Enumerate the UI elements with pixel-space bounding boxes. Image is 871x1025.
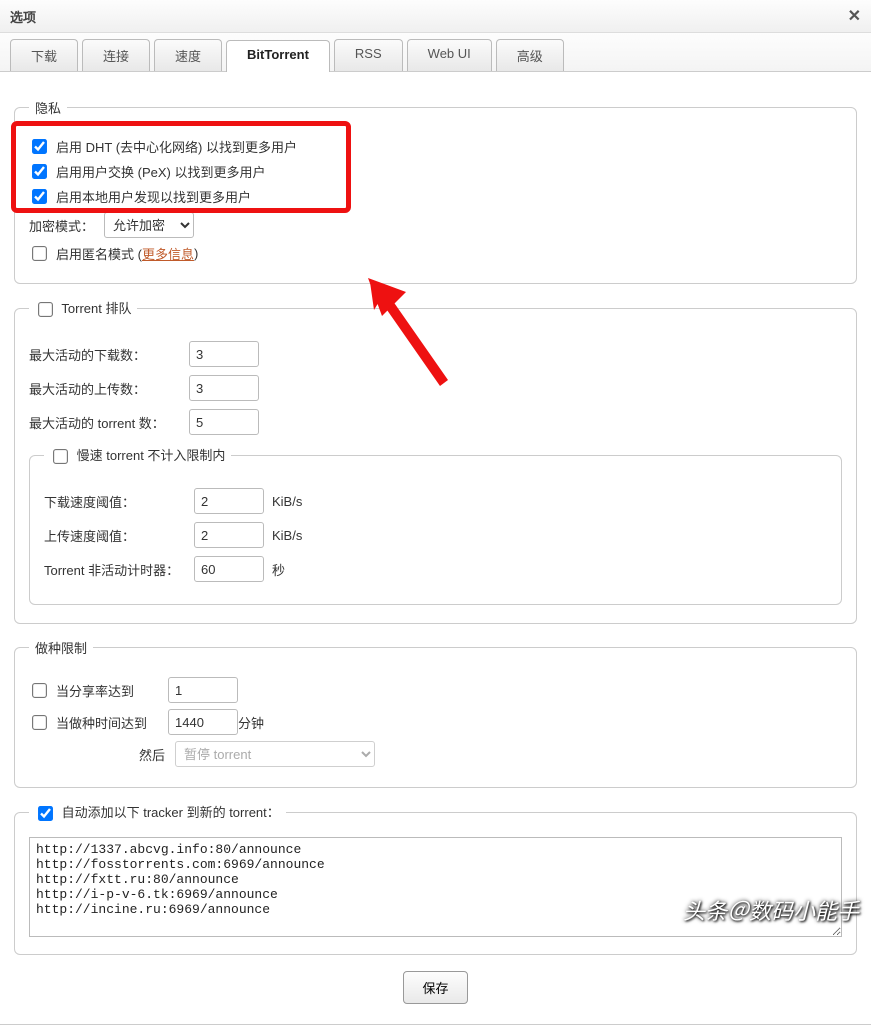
trackers-legend: 自动添加以下 tracker 到新的 torrent： [29, 802, 286, 823]
tabs-bar: 下载连接速度BitTorrentRSSWeb UI高级 [0, 33, 871, 72]
tab-2[interactable]: 速度 [154, 39, 222, 71]
anon-more-info-link[interactable]: 更多信息 [142, 244, 194, 263]
watermark-text: 头条＠数码小能手 [683, 894, 859, 926]
dht-checkbox[interactable] [32, 139, 47, 154]
tab-4[interactable]: RSS [334, 39, 403, 71]
tab-6[interactable]: 高级 [496, 39, 564, 71]
slow-timer-row: Torrent 非活动计时器： 秒 [44, 556, 827, 582]
seedtime-label: 当做种时间达到 [56, 713, 168, 732]
max-active-row: 最大活动的 torrent 数： [29, 409, 842, 435]
tab-1[interactable]: 连接 [82, 39, 150, 71]
max-ul-label: 最大活动的上传数： [29, 379, 189, 398]
privacy-group: 隐私 启用 DHT (去中心化网络) 以找到更多用户 启用用户交换 (PeX) … [14, 98, 857, 284]
pex-row: 启用用户交换 (PeX) 以找到更多用户 [29, 162, 842, 181]
queue-legend-text: Torrent 排队 [61, 301, 131, 316]
seeding-legend: 做种限制 [29, 638, 93, 657]
ratio-input[interactable] [168, 677, 238, 703]
save-button[interactable]: 保存 [403, 971, 467, 1004]
slow-legend-text: 慢速 torrent 不计入限制内 [77, 448, 226, 463]
anon-row: 启用匿名模式 (更多信息) [29, 244, 842, 263]
save-wrap: 保存 [14, 971, 857, 1004]
ratio-row: 当分享率达到 [29, 677, 842, 703]
anon-label-post: ) [194, 246, 198, 261]
max-dl-input[interactable] [189, 341, 259, 367]
pex-checkbox[interactable] [32, 164, 47, 179]
content-area: 隐私 启用 DHT (去中心化网络) 以找到更多用户 启用用户交换 (PeX) … [0, 72, 871, 1025]
ratio-checkbox[interactable] [32, 683, 47, 698]
slow-enable-checkbox[interactable] [53, 449, 68, 464]
then-label: 然后 [139, 745, 165, 764]
max-dl-label: 最大活动的下载数： [29, 345, 189, 364]
then-select[interactable]: 暂停 torrent [175, 741, 375, 767]
tab-3[interactable]: BitTorrent [226, 40, 330, 72]
queue-enable-checkbox[interactable] [38, 302, 53, 317]
slow-dl-input[interactable] [194, 488, 264, 514]
seedtime-checkbox[interactable] [32, 715, 47, 730]
dialog-header: 选项 ✕ [0, 0, 871, 33]
seedtime-unit: 分钟 [238, 713, 264, 732]
seeding-group: 做种限制 当分享率达到 当做种时间达到 分钟 然后 暂停 torrent [14, 638, 857, 788]
slow-dl-label: 下载速度阈值： [44, 492, 194, 511]
anon-checkbox[interactable] [32, 246, 47, 261]
max-dl-row: 最大活动的下载数： [29, 341, 842, 367]
slow-timer-input[interactable] [194, 556, 264, 582]
lsd-row: 启用本地用户发现以找到更多用户 [29, 187, 842, 206]
queue-legend: Torrent 排队 [29, 298, 137, 319]
close-icon[interactable]: ✕ [848, 6, 861, 26]
lsd-checkbox[interactable] [32, 189, 47, 204]
slow-timer-unit: 秒 [272, 560, 285, 579]
encryption-select[interactable]: 允许加密 [104, 212, 194, 238]
slow-legend: 慢速 torrent 不计入限制内 [44, 445, 231, 466]
privacy-legend: 隐私 [29, 98, 67, 117]
max-active-input[interactable] [189, 409, 259, 435]
slow-dl-unit: KiB/s [272, 494, 302, 509]
anon-label-pre: 启用匿名模式 ( [56, 244, 142, 263]
pex-label: 启用用户交换 (PeX) 以找到更多用户 [56, 162, 265, 181]
slow-ul-label: 上传速度阈值： [44, 526, 194, 545]
tab-5[interactable]: Web UI [407, 39, 492, 71]
trackers-group: 自动添加以下 tracker 到新的 torrent： [14, 802, 857, 955]
lsd-label: 启用本地用户发现以找到更多用户 [56, 187, 251, 206]
slow-dl-row: 下载速度阈值： KiB/s [44, 488, 827, 514]
tab-0[interactable]: 下载 [10, 39, 78, 71]
ratio-label: 当分享率达到 [56, 681, 168, 700]
encryption-label: 加密模式： [29, 216, 94, 235]
slow-ul-input[interactable] [194, 522, 264, 548]
encryption-row: 加密模式： 允许加密 [29, 212, 842, 238]
queue-group: Torrent 排队 最大活动的下载数： 最大活动的上传数： 最大活动的 tor… [14, 298, 857, 624]
slow-ul-unit: KiB/s [272, 528, 302, 543]
seedtime-input[interactable] [168, 709, 238, 735]
then-row: 然后 暂停 torrent [139, 741, 842, 767]
max-ul-row: 最大活动的上传数： [29, 375, 842, 401]
max-ul-input[interactable] [189, 375, 259, 401]
trackers-legend-text: 自动添加以下 tracker 到新的 torrent： [62, 805, 280, 820]
dht-row: 启用 DHT (去中心化网络) 以找到更多用户 [29, 137, 842, 156]
seedtime-row: 当做种时间达到 分钟 [29, 709, 842, 735]
dialog-title: 选项 [10, 7, 36, 26]
slow-group: 慢速 torrent 不计入限制内 下载速度阈值： KiB/s 上传速度阈值： … [29, 445, 842, 605]
slow-timer-label: Torrent 非活动计时器： [44, 560, 194, 579]
dht-label: 启用 DHT (去中心化网络) 以找到更多用户 [56, 137, 297, 156]
slow-ul-row: 上传速度阈值： KiB/s [44, 522, 827, 548]
trackers-enable-checkbox[interactable] [38, 806, 53, 821]
max-active-label: 最大活动的 torrent 数： [29, 413, 189, 432]
